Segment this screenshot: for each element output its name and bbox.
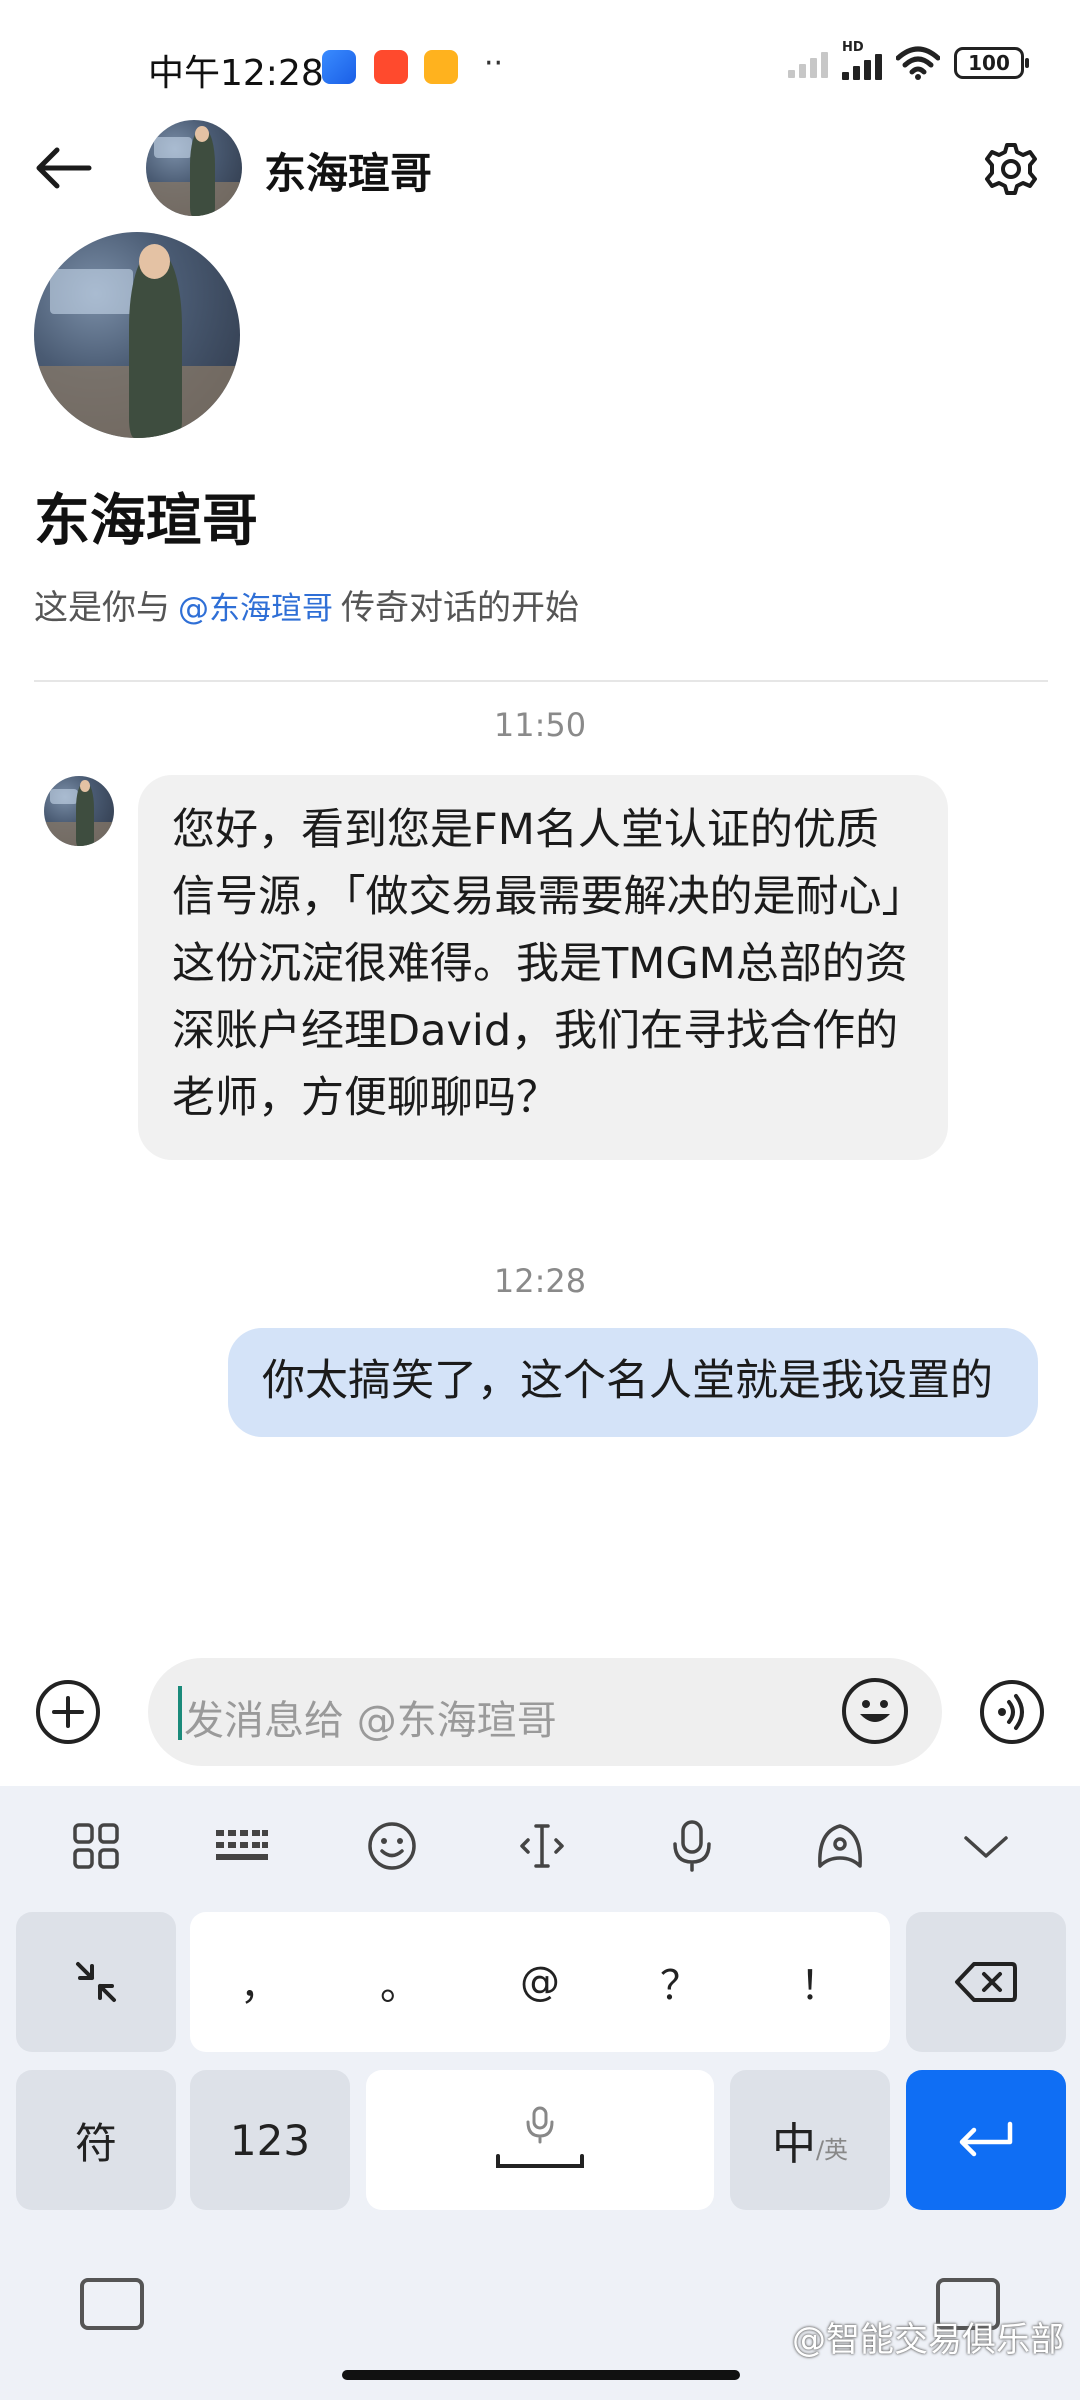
notification-message-icon (424, 50, 458, 84)
status-time: 中午12:28 (148, 53, 324, 94)
voice-input-button[interactable] (662, 1816, 722, 1876)
profile-name: 东海瑄哥 (34, 489, 258, 554)
lang-main-label: 中 (771, 2119, 816, 2170)
collapse-keyboard-key[interactable] (16, 1912, 176, 2052)
back-button[interactable] (28, 138, 98, 198)
keyboard-toolbar (0, 1786, 1080, 1906)
lang-alt-label: /英 (815, 2135, 849, 2164)
microphone-icon (673, 1820, 711, 1872)
home-indicator[interactable] (342, 2370, 740, 2380)
grid-icon (73, 1823, 119, 1869)
text-caret (178, 1686, 182, 1740)
language-switch-key[interactable]: 中/英 (730, 2070, 890, 2210)
plus-icon (52, 1696, 84, 1728)
watermark: @智能交易俱乐部 (792, 2320, 1064, 2360)
divider (34, 680, 1048, 682)
signal-icon-sim2: HD (842, 40, 882, 80)
back-arrow-icon (36, 147, 92, 189)
gear-icon (985, 143, 1037, 195)
mention-link[interactable]: @东海瑄哥 (178, 583, 333, 628)
keyboard-switch-icon[interactable] (80, 2278, 144, 2330)
shrink-arrows-icon (76, 1962, 116, 2002)
intro-suffix: 传奇对话的开始 (341, 588, 579, 628)
enter-arrow-icon (959, 2121, 1013, 2157)
punctuation-row: ， 。 @ ？ ！ (190, 1912, 890, 2052)
symbols-key[interactable]: 符 (16, 2070, 176, 2210)
keyboard-layout-button[interactable] (212, 1816, 272, 1876)
emoji-button[interactable] (842, 1678, 908, 1744)
key-period[interactable]: 。 (355, 1953, 445, 2011)
notification-app-icon (374, 50, 408, 84)
settings-button[interactable] (976, 134, 1046, 204)
intro-prefix: 这是你与 (34, 588, 170, 628)
conversation-intro: 这是你与 @东海瑄哥 传奇对话的开始 (34, 580, 579, 629)
keyboard-emoji-button[interactable] (362, 1816, 422, 1876)
battery-icon: 100 (954, 47, 1029, 79)
assistant-button[interactable] (810, 1816, 870, 1876)
notification-app-icon (322, 50, 356, 84)
contact-avatar[interactable] (146, 120, 242, 216)
add-attachment-button[interactable] (36, 1680, 100, 1744)
message-timestamp: 12:28 (493, 1262, 587, 1300)
sound-waves-icon (998, 1694, 1024, 1730)
cursor-control-button[interactable] (512, 1816, 572, 1876)
keyboard-icon (216, 1830, 268, 1860)
microphone-space-icon (496, 2106, 584, 2168)
sender-avatar[interactable] (44, 776, 114, 846)
status-icons: HD 100 (788, 40, 1029, 80)
message-timestamp: 11:50 (493, 706, 587, 744)
profile-avatar[interactable] (34, 232, 240, 438)
contact-name[interactable]: 东海瑄哥 (264, 140, 432, 201)
backspace-icon (955, 1962, 1017, 2002)
key-exclamation[interactable]: ！ (775, 1953, 865, 2011)
enter-key[interactable] (906, 2070, 1066, 2210)
smiley-icon (860, 1700, 890, 1722)
chat-header: 东海瑄哥 (0, 110, 1080, 226)
key-question[interactable]: ？ (635, 1953, 725, 2011)
outgoing-message-bubble[interactable]: 你太搞笑了，这个名人堂就是我设置的 (228, 1328, 1038, 1437)
assistant-icon (818, 1824, 862, 1868)
chevron-down-icon (964, 1836, 1008, 1858)
key-comma[interactable]: ， (215, 1953, 305, 2011)
incoming-message-bubble[interactable]: 您好，看到您是FM名人堂认证的优质信号源，「做交易最需要解决的是耐心」这份沉淀很… (138, 775, 948, 1160)
smiley-icon (368, 1822, 416, 1870)
hd-label: HD (842, 40, 864, 55)
key-at[interactable]: @ (495, 1959, 585, 2005)
backspace-key[interactable] (906, 1912, 1066, 2052)
numbers-key[interactable]: 123 (190, 2070, 350, 2210)
keyboard-menu-button[interactable] (66, 1816, 126, 1876)
space-key[interactable] (366, 2070, 714, 2210)
more-notifications-indicator: ·· (484, 46, 504, 81)
text-cursor-icon (520, 1824, 564, 1868)
wifi-icon (896, 46, 940, 80)
message-input[interactable]: 发消息给 @东海瑄哥 (148, 1658, 942, 1766)
voice-message-button[interactable] (980, 1680, 1044, 1744)
message-input-placeholder: 发消息给 @东海瑄哥 (184, 1698, 557, 1744)
signal-icon-sim1 (788, 48, 828, 78)
hide-keyboard-button[interactable] (956, 1816, 1016, 1876)
